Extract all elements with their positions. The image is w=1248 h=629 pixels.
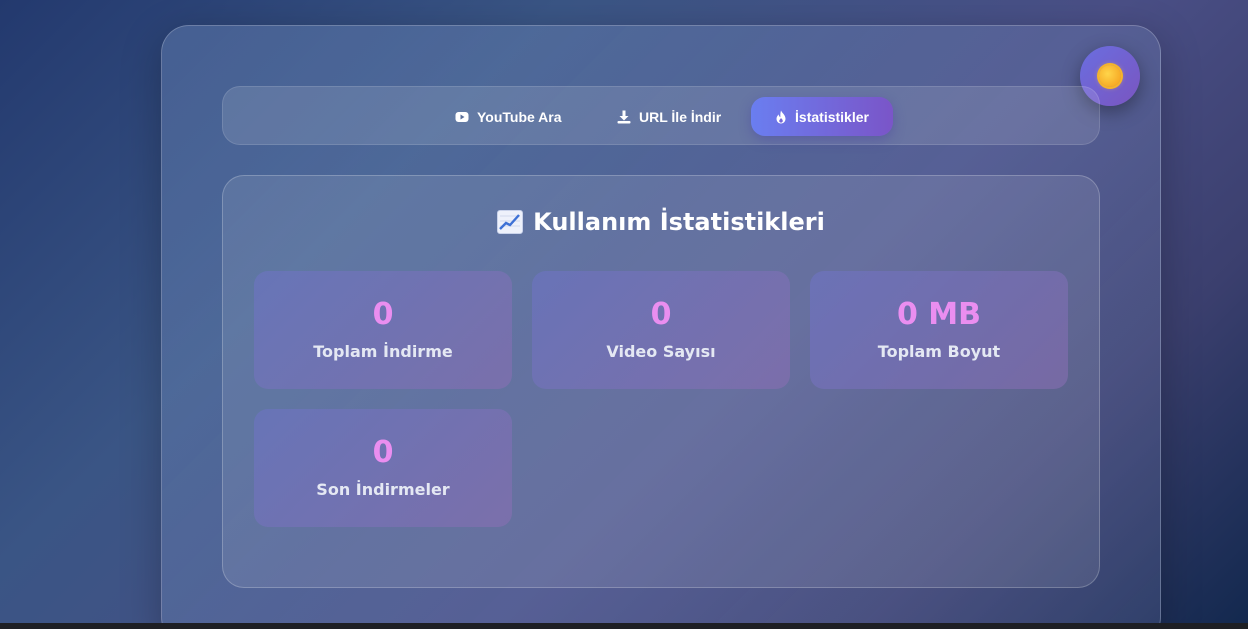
tab-label: İstatistikler	[795, 108, 869, 125]
stat-card-video-count: 0 Video Sayısı	[532, 271, 790, 389]
stats-title-text: Kullanım İstatistikleri	[533, 208, 825, 236]
stat-card-total-downloads: 0 Toplam İndirme	[254, 271, 512, 389]
download-icon	[617, 110, 631, 123]
stat-value: 0	[372, 435, 394, 470]
stat-card-recent-downloads: 0 Son İndirmeler	[254, 409, 512, 527]
chart-icon	[497, 210, 524, 234]
stat-label: Toplam Boyut	[877, 342, 1001, 361]
stats-panel: Kullanım İstatistikleri 0 Toplam İndirme…	[222, 175, 1100, 588]
stat-value: 0	[372, 297, 394, 332]
stats-title: Kullanım İstatistikleri	[223, 208, 1099, 236]
tab-youtube-search[interactable]: YouTube Ara	[441, 97, 576, 136]
tab-label: URL İle İndir	[639, 108, 722, 125]
youtube-icon	[455, 111, 469, 122]
stat-label: Video Sayısı	[606, 342, 716, 361]
stat-value: 0	[650, 297, 672, 332]
tab-label: YouTube Ara	[477, 108, 562, 125]
tab-statistics[interactable]: İstatistikler	[751, 97, 893, 136]
bottom-bar	[0, 623, 1248, 629]
sun-icon	[1099, 65, 1121, 87]
stat-label: Son İndirmeler	[316, 480, 450, 499]
fire-icon	[776, 110, 786, 123]
stat-label: Toplam İndirme	[313, 342, 453, 361]
tab-url-download[interactable]: URL İle İndir	[603, 97, 735, 136]
stat-value: 0 MB	[896, 297, 982, 332]
tab-bar: YouTube Ara URL İle İndir İstatistikler	[222, 86, 1100, 145]
stat-card-total-size: 0 MB Toplam Boyut	[810, 271, 1068, 389]
